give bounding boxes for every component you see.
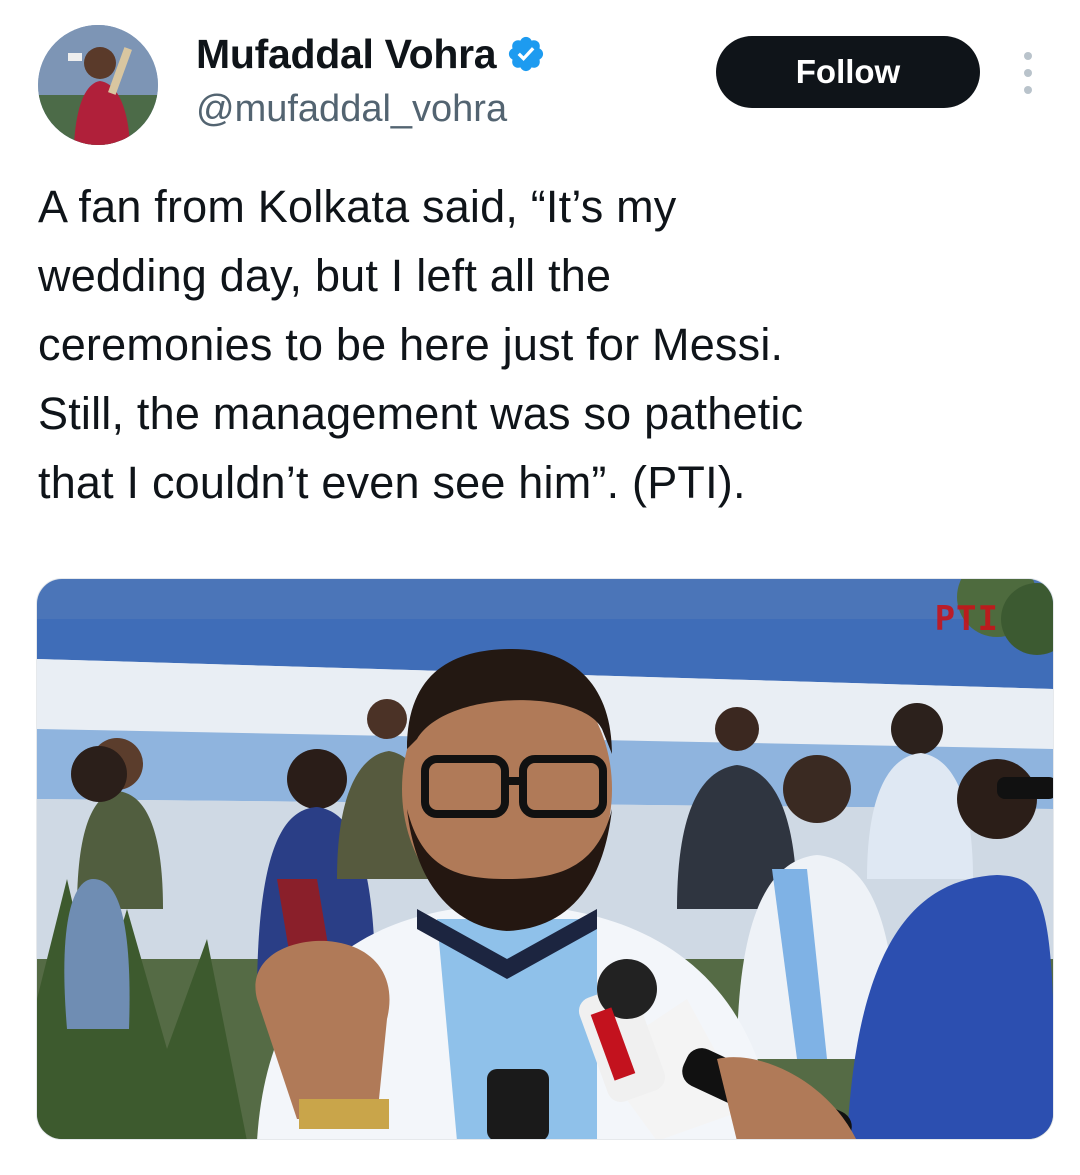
tweet-text-line: ceremonies to be here just for Messi. (38, 319, 784, 370)
tweet: Mufaddal Vohra @mufaddal_vohra Follow A … (0, 0, 1080, 1175)
tweet-text: A fan from Kolkata said, “It’s my weddin… (38, 172, 1048, 517)
verified-badge-icon (509, 36, 544, 72)
author-name-row[interactable]: Mufaddal Vohra (196, 30, 546, 78)
author-handle[interactable]: @mufaddal_vohra (196, 86, 507, 132)
tweet-text-line: A fan from Kolkata said, “It’s my (38, 181, 677, 232)
avatar-photo (38, 25, 158, 145)
tweet-text-line: that I couldn’t even see him”. (PTI). (38, 457, 746, 508)
media-watermark: PTI (934, 599, 999, 639)
author-display-name[interactable]: Mufaddal Vohra (196, 30, 497, 78)
tweet-media-image[interactable]: PTI (36, 578, 1054, 1140)
tweet-text-line: wedding day, but I left all the (38, 250, 612, 301)
fan-interview-photo (37, 579, 1053, 1139)
avatar[interactable] (38, 25, 158, 145)
follow-button[interactable]: Follow (716, 36, 980, 108)
more-options-icon[interactable] (1018, 52, 1038, 94)
tweet-text-line: Still, the management was so pathetic (38, 388, 804, 439)
